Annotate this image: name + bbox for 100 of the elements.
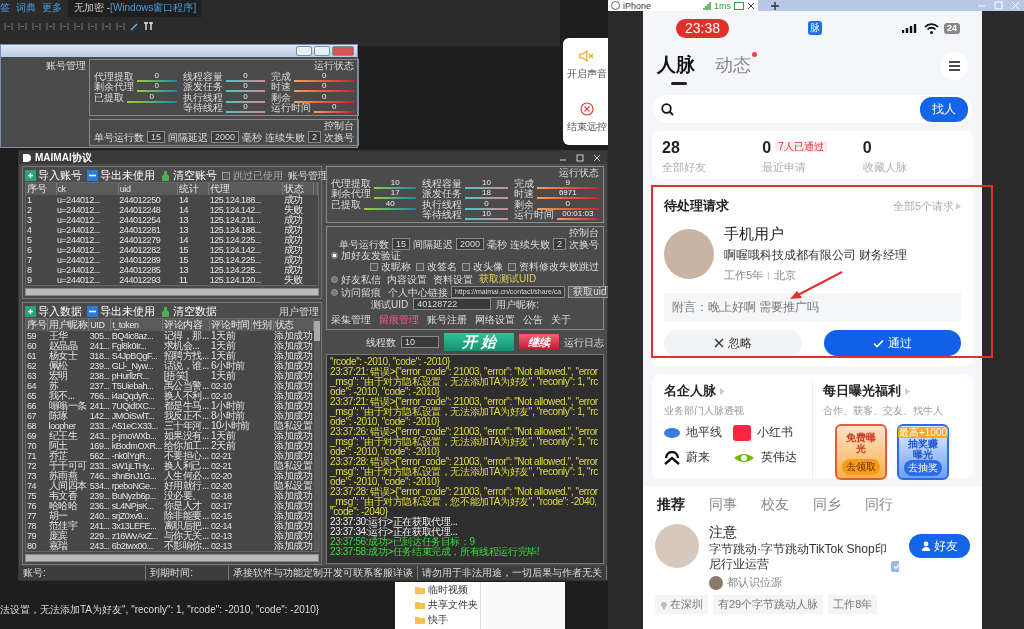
menu-button[interactable] [940,52,968,80]
close-circle-icon[interactable] [579,102,594,117]
maximize-button[interactable] [573,152,587,163]
align-icon[interactable] [32,21,41,31]
input-field[interactable]: 40128722 [413,298,492,310]
speaker-muted-icon[interactable] [578,48,595,63]
tab[interactable]: 网络设置 [475,313,515,327]
spacing-icon[interactable] [102,21,111,31]
reward-card[interactable]: 免费曝光 去领取 [835,424,887,480]
radio-label[interactable]: 访问留痕 [341,286,381,298]
company-name[interactable]: 蔚来 [686,449,710,466]
toolbar-button[interactable]: 导入数据 [25,304,82,319]
checkbox[interactable] [370,262,378,271]
align-icon[interactable] [4,21,13,31]
minimize-button[interactable] [296,46,312,56]
column-header[interactable]: 代理 [208,183,283,195]
column-header[interactable]: 性别 [251,319,274,331]
column-header[interactable]: uid [118,183,178,195]
side-panel-label[interactable]: 开启声音 [566,66,607,81]
input-field[interactable]: 10 [401,336,439,348]
reward-card[interactable]: 最高+1000 抽奖赚曝光 去抽奖 [897,424,949,480]
column-header[interactable]: 状态 [273,319,314,331]
checkbox-label[interactable]: 资料修改失败跳过 [519,261,599,272]
input-field[interactable]: 2000 [211,131,240,143]
radio-button[interactable] [331,252,338,259]
tab[interactable]: 公告 [523,313,543,327]
tab[interactable]: 账号注册 [427,313,467,327]
input-field[interactable]: 15 [147,131,165,143]
menu-item[interactable]: 更多 [42,1,62,15]
checkbox[interactable] [416,262,424,271]
company-name[interactable]: 地平线 [686,424,722,441]
spacing-icon[interactable] [116,21,125,31]
settings-link[interactable]: 内容设置 [387,273,427,285]
find-people-button[interactable]: 找人 [920,96,968,122]
horizontal-scrollbar[interactable] [25,288,319,296]
column-header[interactable]: 序号 [26,319,48,331]
align-icon[interactable] [46,21,55,31]
column-header[interactable]: UID [88,319,111,331]
add-friend-button[interactable]: 好友 [909,534,970,558]
radio-label[interactable]: 好友私信 [341,273,381,285]
radio-button[interactable] [331,288,338,296]
checkbox[interactable] [222,171,230,180]
input-field[interactable]: 2000 [455,238,484,250]
checkbox[interactable] [462,262,470,271]
stat-value[interactable]: 28 [662,139,680,156]
menu-item[interactable]: 词典 [16,1,36,15]
tools-icon[interactable] [144,21,154,31]
folder-name[interactable]: 快手 [428,614,448,626]
tab[interactable]: 关于 [551,313,571,327]
wand-icon[interactable] [130,21,139,31]
column-header[interactable]: 统计 [177,183,209,195]
toolbar-button[interactable]: 导出未使用 [87,304,155,319]
feed-tab[interactable]: 同乡 [813,496,841,514]
ignore-button[interactable]: 忽略 [664,330,802,356]
menu-item[interactable]: 签 [0,1,10,15]
horizontal-scrollbar[interactable] [25,554,319,562]
editor-tab[interactable]: 无加密 -[Windows窗口程序] [68,0,203,17]
column-header[interactable]: 状态 [282,183,314,195]
tab[interactable]: 人脉 [657,50,701,82]
approve-button[interactable]: 通过 [823,330,961,356]
folder-name[interactable]: 共享文件夹 [428,599,478,611]
input-field[interactable]: 2 [308,131,322,143]
continue-button[interactable]: 继续 [519,334,559,350]
column-header[interactable]: 评论时间 [209,319,252,331]
folder-name[interactable]: 临时视频 [428,584,468,596]
reward-button[interactable]: 去领取 [842,459,880,475]
feed-tab[interactable]: 校友 [761,496,789,514]
align-icon[interactable] [74,21,83,31]
feed-tab[interactable]: 同事 [709,496,737,514]
uid-link[interactable]: 获取测试UID [479,272,537,286]
close-icon[interactable] [747,1,755,10]
checkbox-label[interactable]: 跳过已使用 [233,170,283,181]
search-field[interactable]: 找人 [653,95,972,123]
settings-link[interactable]: 资料设置 [433,273,473,285]
stat-value[interactable]: 0 [862,139,872,156]
radio-label[interactable]: 加好友发验证 [341,250,401,261]
input-field[interactable]: 2 [553,238,566,250]
toolbar-button[interactable]: 清空账号 [160,168,217,183]
column-header[interactable]: 评论内容 [162,319,210,331]
maximize-button[interactable] [314,46,330,56]
plus-icon[interactable] [770,0,780,11]
column-header[interactable]: ck [56,183,119,195]
section-title[interactable]: 每日曝光福利 [823,382,901,400]
stat-value[interactable]: 0 [762,139,772,156]
column-header[interactable]: t_token [110,319,163,331]
radio-button[interactable] [331,275,338,283]
side-panel-label[interactable]: 结束远控 [566,120,607,135]
checkbox-label[interactable]: 改签名 [427,261,457,272]
toolbar-button[interactable]: 导入账号 [25,168,82,183]
company-name[interactable]: 小红书 [757,424,793,441]
vertical-scrollbar[interactable] [313,319,320,551]
column-header[interactable]: 序号 [26,183,56,195]
checkbox-label[interactable]: 改昵称 [381,261,411,272]
input-field[interactable]: 15 [391,238,410,250]
section-title[interactable]: 名企人脉 [664,382,716,400]
column-header[interactable]: 用户昵称 [47,319,89,331]
checkbox-label[interactable]: 改头像 [473,261,503,272]
checkbox[interactable] [508,262,516,271]
company-name[interactable]: 英伟达 [761,449,797,466]
spacing-icon[interactable] [88,21,97,31]
